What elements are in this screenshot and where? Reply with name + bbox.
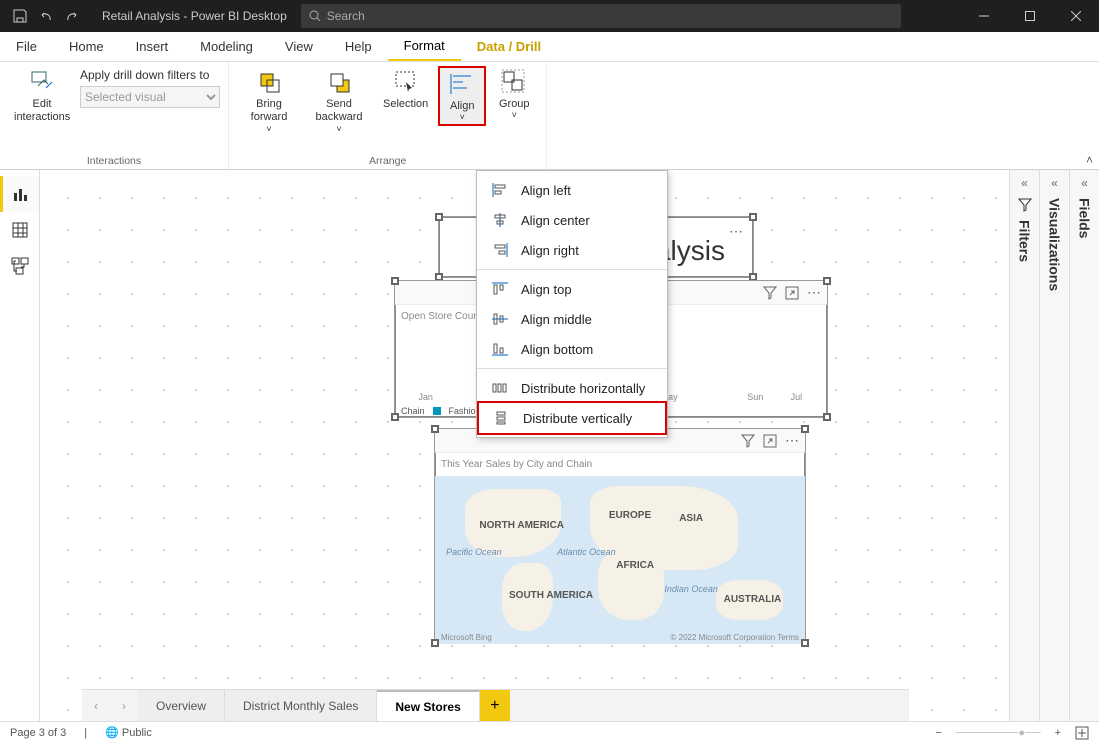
ribbon-tabs: File Home Insert Modeling View Help Form… bbox=[0, 32, 1099, 62]
edit-interactions-icon bbox=[28, 68, 56, 96]
page-tab-overview[interactable]: Overview bbox=[138, 690, 225, 721]
tab-home[interactable]: Home bbox=[53, 32, 120, 61]
view-switcher bbox=[0, 170, 40, 721]
send-backward-icon bbox=[325, 68, 353, 96]
page-prev-button[interactable]: ‹ bbox=[82, 690, 110, 721]
page-tabs: ‹ › Overview District Monthly Sales New … bbox=[82, 689, 909, 721]
zoom-in-button[interactable]: + bbox=[1055, 727, 1061, 739]
tab-insert[interactable]: Insert bbox=[120, 32, 185, 61]
selection-icon bbox=[392, 68, 420, 96]
drill-filters-label: Apply drill down filters to bbox=[80, 68, 209, 82]
group-button[interactable]: Group˅ bbox=[490, 66, 538, 122]
tab-help[interactable]: Help bbox=[329, 32, 388, 61]
align-top-item[interactable]: Align top bbox=[477, 274, 667, 304]
bring-forward-icon bbox=[255, 68, 283, 96]
align-top-icon bbox=[491, 281, 509, 297]
page-indicator: Page 3 of 3 bbox=[10, 727, 66, 739]
align-right-item[interactable]: Align right bbox=[477, 235, 667, 265]
search-input[interactable]: Search bbox=[301, 4, 901, 28]
focus-icon[interactable] bbox=[763, 434, 777, 448]
fit-page-button[interactable] bbox=[1075, 726, 1089, 740]
search-icon bbox=[309, 10, 321, 22]
distribute-horizontally-icon bbox=[491, 380, 509, 396]
page-tab-district[interactable]: District Monthly Sales bbox=[225, 690, 377, 721]
tab-data-drill[interactable]: Data / Drill bbox=[461, 32, 557, 61]
collapse-ribbon-button[interactable]: ˄ bbox=[1086, 153, 1093, 167]
tab-format[interactable]: Format bbox=[388, 32, 461, 61]
chevron-left-icon: « bbox=[1081, 176, 1088, 190]
tab-modeling[interactable]: Modeling bbox=[184, 32, 269, 61]
maximize-button[interactable] bbox=[1007, 0, 1053, 32]
minimize-button[interactable] bbox=[961, 0, 1007, 32]
app-title: Retail Analysis - Power BI Desktop bbox=[92, 9, 297, 23]
map-body: NORTH AMERICA SOUTH AMERICA EUROPE AFRIC… bbox=[435, 476, 805, 644]
zoom-slider[interactable]: ────────●── bbox=[956, 727, 1041, 739]
ribbon-group-arrange-label: Arrange bbox=[369, 153, 406, 167]
main: ⋯ ...alysis ⋯ Open Store Count by Open..… bbox=[0, 170, 1099, 721]
add-page-button[interactable]: + bbox=[480, 690, 510, 721]
align-bottom-item[interactable]: Align bottom bbox=[477, 334, 667, 364]
bring-forward-button[interactable]: Bring forward˅ bbox=[237, 66, 301, 136]
distribute-vertically-icon bbox=[493, 410, 511, 426]
distribute-vertically-item[interactable]: Distribute vertically bbox=[477, 401, 667, 435]
align-dropdown: Align left Align center Align right Alig… bbox=[476, 170, 668, 438]
titlebar: Retail Analysis - Power BI Desktop Searc… bbox=[0, 0, 1099, 32]
save-button[interactable] bbox=[8, 4, 32, 28]
ribbon: Edit interactions Apply drill down filte… bbox=[0, 62, 1099, 170]
report-view-button[interactable] bbox=[0, 176, 39, 212]
focus-icon[interactable] bbox=[785, 286, 799, 300]
filter-icon[interactable] bbox=[763, 286, 777, 300]
redo-button[interactable] bbox=[60, 4, 84, 28]
tab-view[interactable]: View bbox=[269, 32, 329, 61]
canvas-wrap: ⋯ ...alysis ⋯ Open Store Count by Open..… bbox=[40, 170, 1009, 721]
publish-status: 🌐 Public bbox=[105, 726, 152, 739]
map-visual[interactable]: ⋯ This Year Sales by City and Chain NORT… bbox=[434, 428, 806, 644]
align-icon bbox=[448, 70, 476, 98]
visual-menu-icon[interactable]: ⋯ bbox=[807, 284, 821, 301]
filter-icon[interactable] bbox=[741, 434, 755, 448]
page-next-button[interactable]: › bbox=[110, 690, 138, 721]
model-view-button[interactable] bbox=[0, 248, 39, 284]
align-middle-icon bbox=[491, 311, 509, 327]
page-tab-newstores[interactable]: New Stores bbox=[377, 690, 479, 721]
tab-file[interactable]: File bbox=[0, 32, 53, 61]
drill-filters-select[interactable]: Selected visual bbox=[80, 86, 220, 108]
distribute-horizontally-item[interactable]: Distribute horizontally bbox=[477, 373, 667, 403]
collapsed-panes: « Filters « Visualizations « Fields bbox=[1009, 170, 1099, 721]
visualizations-pane[interactable]: « Visualizations bbox=[1039, 170, 1069, 721]
align-center-item[interactable]: Align center bbox=[477, 205, 667, 235]
map-credit-right: © 2022 Microsoft Corporation Terms bbox=[671, 633, 799, 642]
align-bottom-icon bbox=[491, 341, 509, 357]
align-left-item[interactable]: Align left bbox=[477, 175, 667, 205]
chevron-left-icon: « bbox=[1021, 176, 1028, 190]
map-title: This Year Sales by City and Chain bbox=[435, 453, 805, 476]
align-middle-item[interactable]: Align middle bbox=[477, 304, 667, 334]
align-left-icon bbox=[491, 182, 509, 198]
statusbar: Page 3 of 3 | 🌐 Public − ────────●── + bbox=[0, 721, 1099, 743]
fields-pane[interactable]: « Fields bbox=[1069, 170, 1099, 721]
close-button[interactable] bbox=[1053, 0, 1099, 32]
filters-pane[interactable]: « Filters bbox=[1009, 170, 1039, 721]
align-right-icon bbox=[491, 242, 509, 258]
visual-menu-icon[interactable]: ⋯ bbox=[785, 432, 799, 449]
ribbon-group-interactions-label: Interactions bbox=[87, 153, 141, 167]
map-credit-left: Microsoft Bing bbox=[441, 633, 492, 642]
align-center-icon bbox=[491, 212, 509, 228]
visual-menu-icon[interactable]: ⋯ bbox=[729, 223, 743, 240]
selection-button[interactable]: Selection bbox=[377, 66, 434, 112]
align-button[interactable]: Align˅ bbox=[438, 66, 486, 126]
chevron-left-icon: « bbox=[1051, 176, 1058, 190]
filter-icon bbox=[1018, 198, 1032, 212]
send-backward-button[interactable]: Send backward˅ bbox=[305, 66, 373, 136]
zoom-out-button[interactable]: − bbox=[936, 727, 942, 739]
edit-interactions-button[interactable]: Edit interactions bbox=[8, 66, 76, 126]
search-placeholder: Search bbox=[327, 9, 365, 23]
group-icon bbox=[500, 68, 528, 96]
data-view-button[interactable] bbox=[0, 212, 39, 248]
undo-button[interactable] bbox=[34, 4, 58, 28]
